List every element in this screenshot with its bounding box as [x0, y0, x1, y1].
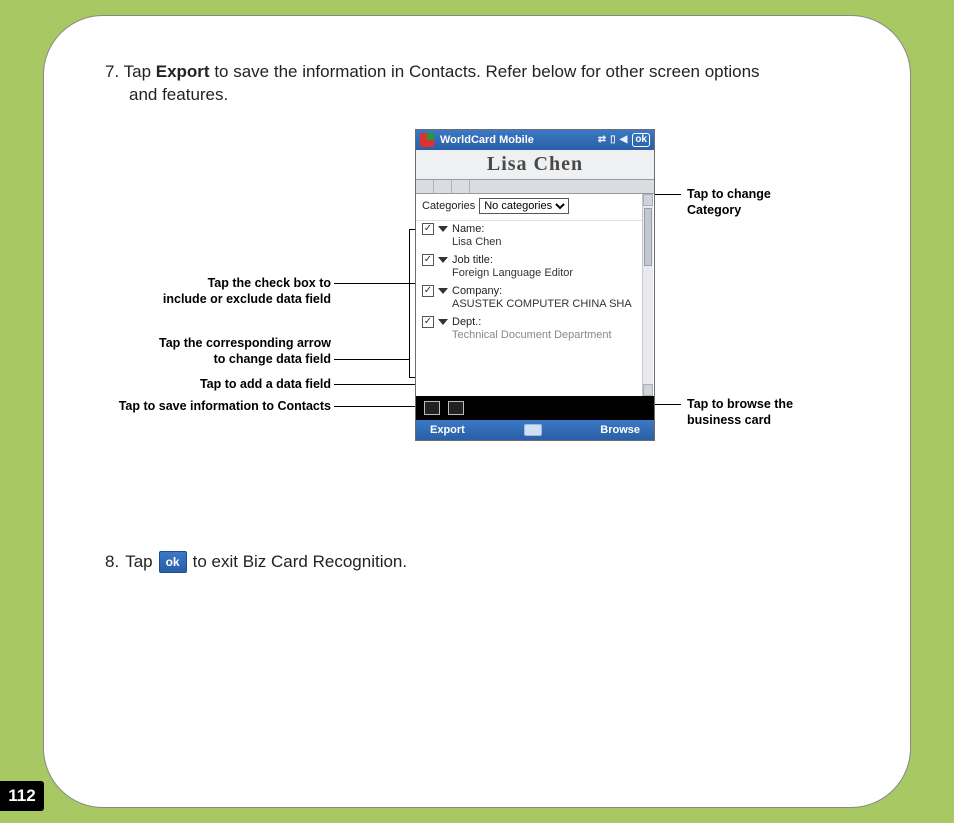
field-value[interactable]: Lisa Chen [452, 235, 648, 251]
scroll-thumb[interactable] [644, 208, 652, 266]
titlebar: WorldCard Mobile ⇄ ▯ ◀ ok [416, 130, 654, 150]
callout-addfield: Tap to add a data field [99, 377, 331, 393]
field-checkbox[interactable] [422, 223, 434, 235]
field-row: Company: ASUSTEK COMPUTER CHINA SHA [422, 283, 648, 314]
add-field-icon[interactable] [424, 401, 440, 415]
app-title: WorldCard Mobile [440, 134, 534, 146]
callout-category: Tap to change Category [687, 187, 837, 218]
step-7-number: 7. [105, 62, 119, 81]
step-8-number: 8. [105, 552, 119, 572]
callout-browse-l1: Tap to browse the [687, 397, 857, 413]
softkey-browse[interactable]: Browse [600, 424, 640, 436]
step-7-line2: and features. [129, 84, 860, 107]
step-7-text: 7. Tap Export to save the information in… [105, 61, 860, 107]
ok-icon: ok [159, 551, 187, 573]
step-8-post: to exit Biz Card Recognition. [193, 552, 408, 572]
scroll-up-icon[interactable] [643, 194, 653, 206]
field-label: Dept.: [452, 316, 481, 328]
callout-savecontacts-text: Tap to save information to Contacts [71, 399, 331, 415]
toolstrip [416, 180, 654, 194]
toolstrip-seg [470, 180, 654, 193]
step-7-bold: Export [156, 62, 210, 81]
toolbar [416, 396, 654, 420]
step-8-pre: Tap [125, 552, 152, 572]
callout-checkbox-l2: include or exclude data field [99, 292, 331, 308]
page-number: 112 [0, 781, 44, 811]
field-type-arrow-icon[interactable] [438, 226, 448, 232]
categories-select[interactable]: No categories [479, 198, 569, 214]
leader-arrow-v [409, 229, 410, 377]
field-value[interactable]: Technical Document Department [452, 328, 648, 344]
leader-arrow [334, 359, 409, 360]
leader-checkbox [334, 283, 418, 284]
keyboard-icon[interactable] [524, 424, 542, 436]
fields-list: Name: Lisa Chen Job title: Foreign Langu… [416, 221, 654, 345]
field-label: Company: [452, 285, 502, 297]
scrollbar[interactable] [642, 194, 653, 396]
softkey-bar: Export Browse [416, 420, 654, 440]
callout-arrow-l1: Tap the corresponding arrow [99, 336, 331, 352]
figure-zone: Tap the check box to include or exclude … [99, 129, 860, 509]
field-label: Job title: [452, 254, 493, 266]
contact-name-header: Lisa Chen [416, 150, 654, 180]
step-8-text: 8. Tap ok to exit Biz Card Recognition. [105, 551, 860, 573]
toolstrip-seg[interactable] [452, 180, 470, 193]
field-type-arrow-icon[interactable] [438, 319, 448, 325]
field-value[interactable]: Foreign Language Editor [452, 266, 648, 282]
volume-icon[interactable]: ◀ [620, 134, 628, 145]
categories-row: Categories No categories [416, 194, 654, 221]
ok-button[interactable]: ok [632, 133, 650, 147]
device-screenshot: WorldCard Mobile ⇄ ▯ ◀ ok Lisa Chen Cate… [415, 129, 655, 441]
field-row: Job title: Foreign Language Editor [422, 252, 648, 283]
callout-savecontacts: Tap to save information to Contacts [71, 399, 331, 415]
field-type-arrow-icon[interactable] [438, 257, 448, 263]
field-row: Name: Lisa Chen [422, 221, 648, 252]
toolbar-icon[interactable] [448, 401, 464, 415]
callout-arrow-l2: to change data field [99, 352, 331, 368]
field-label: Name: [452, 223, 484, 235]
callout-browse: Tap to browse the business card [687, 397, 857, 428]
manual-page: 7. Tap Export to save the information in… [43, 15, 911, 808]
callout-arrow: Tap the corresponding arrow to change da… [99, 336, 331, 367]
field-checkbox[interactable] [422, 254, 434, 266]
callout-addfield-text: Tap to add a data field [99, 377, 331, 393]
field-checkbox[interactable] [422, 316, 434, 328]
callout-checkbox: Tap the check box to include or exclude … [99, 276, 331, 307]
field-checkbox[interactable] [422, 285, 434, 297]
toolstrip-seg[interactable] [416, 180, 434, 193]
step-7-post: to save the information in Contacts. Ref… [210, 62, 760, 81]
toolstrip-seg[interactable] [434, 180, 452, 193]
connectivity-icon[interactable]: ⇄ [598, 134, 606, 145]
step-7-pre: Tap [124, 62, 156, 81]
callout-checkbox-l1: Tap the check box to [99, 276, 331, 292]
field-row: Dept.: Technical Document Department [422, 314, 648, 345]
start-icon[interactable] [420, 133, 434, 147]
field-type-arrow-icon[interactable] [438, 288, 448, 294]
callout-browse-l2: business card [687, 413, 857, 429]
categories-label: Categories [422, 200, 475, 212]
scroll-down-icon[interactable] [643, 384, 653, 396]
signal-icon[interactable]: ▯ [610, 134, 616, 145]
field-value[interactable]: ASUSTEK COMPUTER CHINA SHA [452, 297, 648, 313]
softkey-export[interactable]: Export [430, 424, 465, 436]
